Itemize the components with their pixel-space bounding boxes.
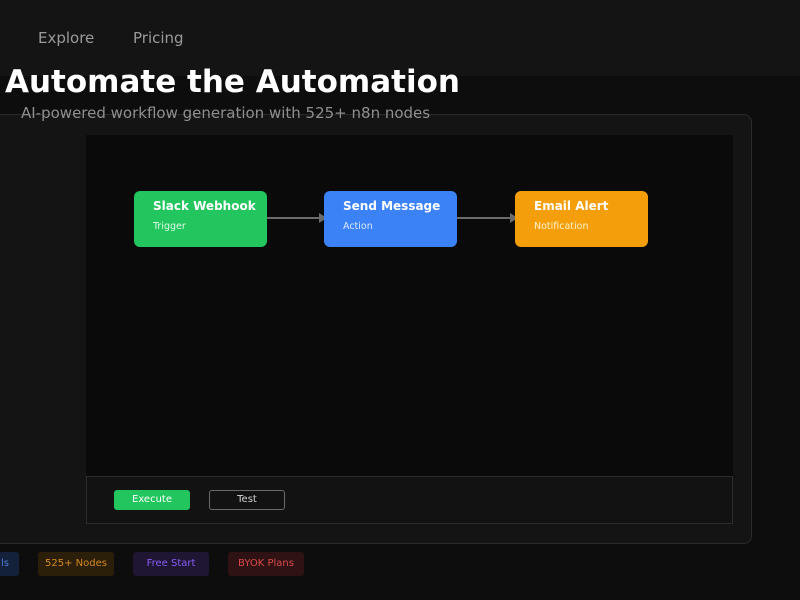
feature-badge-cut-off: ls — [0, 552, 19, 576]
landing-page: t Explore Pricing Automate the Automatio… — [0, 0, 800, 600]
feature-badge-byok-plans: BYOK Plans — [228, 552, 304, 576]
nav-link-pricing[interactable]: Pricing — [133, 29, 184, 47]
feature-badge-free-start: Free Start — [133, 552, 209, 576]
workflow-node-slack-webhook[interactable]: Slack Webhook Trigger — [134, 191, 267, 247]
workflow-node-email-alert[interactable]: Email Alert Notification — [515, 191, 648, 247]
node-title: Email Alert — [534, 199, 609, 213]
node-type: Trigger — [153, 221, 186, 232]
nav-link-explore[interactable]: Explore — [38, 29, 94, 47]
hero-subtitle: AI-powered workflow generation with 525+… — [21, 104, 431, 122]
feature-badge-nodes: 525+ Nodes — [38, 552, 114, 576]
workflow-node-send-message[interactable]: Send Message Action — [324, 191, 457, 247]
node-title: Send Message — [343, 199, 441, 213]
hero-title: Automate the Automation — [5, 64, 460, 100]
node-type: Action — [343, 221, 373, 232]
node-type: Notification — [534, 221, 589, 232]
test-button[interactable]: Test — [209, 490, 285, 510]
connector-arrow-2 — [457, 213, 518, 223]
execute-button[interactable]: Execute — [114, 490, 190, 510]
node-title: Slack Webhook — [153, 199, 256, 213]
connector-arrow-1 — [267, 213, 327, 223]
workflow-canvas[interactable] — [86, 135, 733, 476]
